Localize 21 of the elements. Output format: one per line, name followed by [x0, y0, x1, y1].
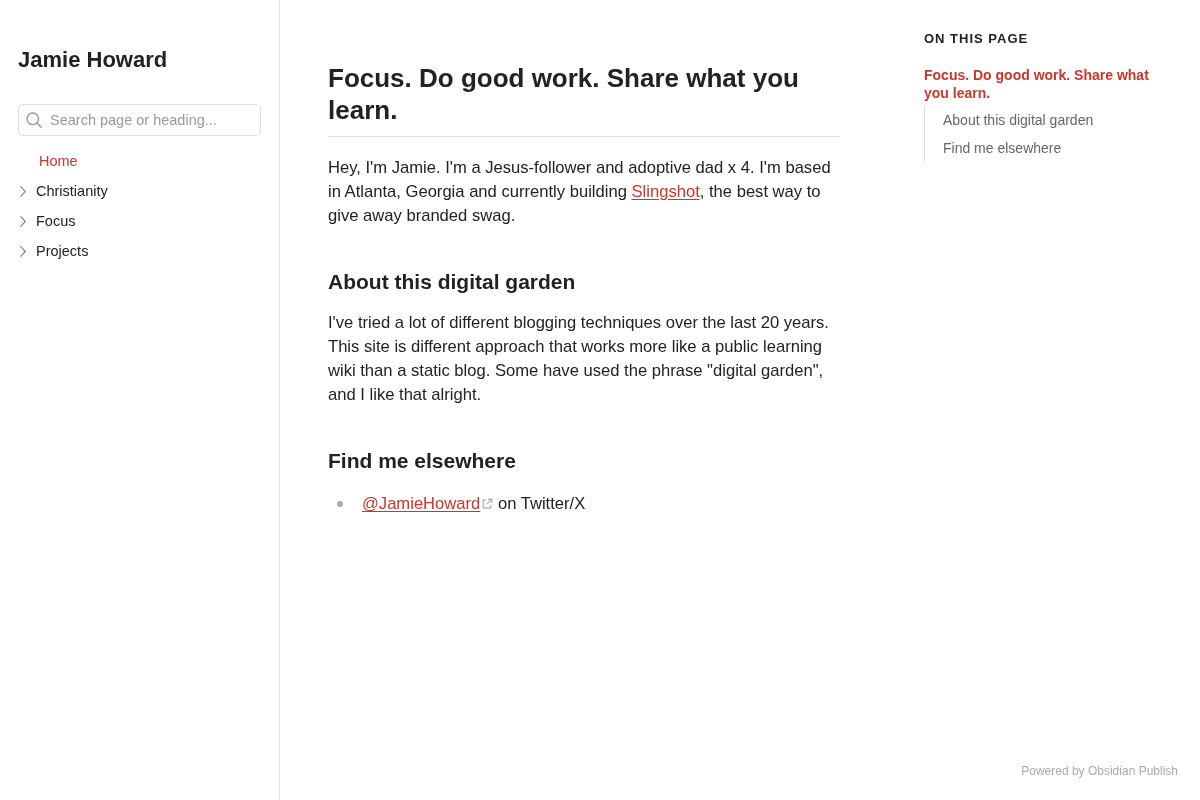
nav-item[interactable]: Christianity — [20, 176, 108, 206]
nav-item[interactable]: Home — [39, 146, 78, 176]
site-title: Jamie Howard — [18, 46, 169, 74]
search-field[interactable]: Search page or heading... — [18, 104, 261, 136]
text-link[interactable]: @JamieHoward — [362, 494, 494, 513]
bullet-icon — [337, 501, 343, 507]
page-title: Focus. Do good work. Share what you learn. — [328, 62, 800, 127]
toc-link[interactable]: Focus. Do good work. Share what you learn. — [924, 66, 1174, 102]
paragraph: Hey, I'm Jamie. I'm a Jesus-follower and adoptive dad x 4. I'm based in Atlanta, Georgia and currently building Slingshot, the best way to give away branded swag. — [328, 157, 832, 227]
section-heading: About this digital garden — [328, 269, 577, 295]
external-link-icon — [481, 498, 494, 510]
nav-item[interactable]: Projects — [20, 236, 89, 266]
paragraph: I've tried a lot of different blogging techniques over the last 20 years. This site is different approach that works more like a public learning wiki than a static blog. Some have used the phrase "digital garden", and I like that alright. — [328, 312, 830, 406]
toc-link[interactable]: About this digital garden — [943, 106, 1094, 134]
nav-item[interactable]: Focus — [20, 206, 76, 236]
toc-link[interactable]: Find me elsewhere — [943, 134, 1062, 162]
list-item-text: @JamieHoward on Twitter/X — [362, 493, 586, 515]
section-heading: Find me elsewhere — [328, 448, 517, 474]
toc-heading: ON THIS PAGE — [924, 30, 1030, 48]
text-link[interactable]: Slingshot — [631, 182, 700, 201]
search-icon — [26, 112, 42, 128]
